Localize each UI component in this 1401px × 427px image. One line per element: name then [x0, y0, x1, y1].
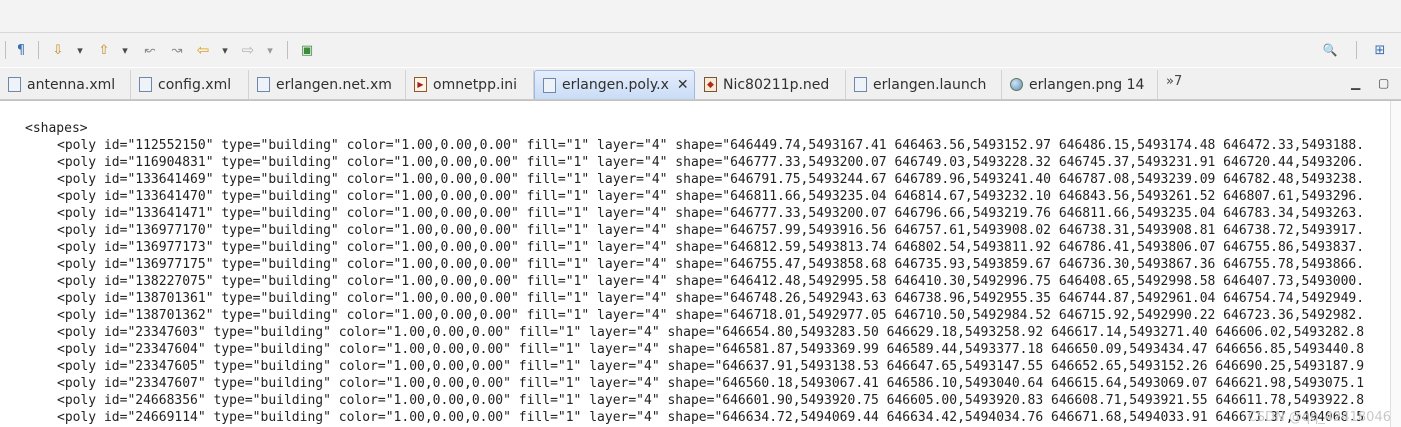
toolbar-separator — [5, 41, 6, 59]
code-line: <poly id="136977170" type="building" col… — [57, 223, 1365, 238]
tab-label: antenna.xml — [27, 76, 116, 93]
tab-label: erlangen.poly.x — [562, 77, 669, 93]
vertical-scrollbar[interactable] — [1390, 101, 1401, 427]
code-line: <shapes> — [25, 121, 88, 136]
xml-file-icon — [139, 77, 152, 92]
maximize-icon[interactable]: ▢ — [1378, 76, 1389, 90]
window-top-strip — [0, 0, 1401, 33]
xml-editor[interactable]: <shapes> <poly id="112552150" type="build… — [0, 100, 1401, 427]
code-line: <poly id="133641469" type="building" col… — [57, 172, 1365, 187]
tab-label: Nic80211p.ned — [723, 76, 830, 93]
xml-file-icon — [257, 77, 270, 92]
code-line: <poly id="23347603" type="building" colo… — [57, 325, 1365, 340]
tab-label: erlangen.launch — [873, 76, 987, 93]
ned-file-icon: ◆ — [704, 77, 717, 92]
next-edit-location-icon[interactable]: ↝ — [168, 40, 186, 60]
code-line: <poly id="24669114" type="building" colo… — [57, 410, 1365, 425]
code-line: <poly id="136977175" type="building" col… — [57, 257, 1365, 272]
perspective-icon[interactable]: ⊞ — [1371, 40, 1389, 60]
tab-omnetpp-ini[interactable]: ▶ omnetpp.ini — [406, 70, 534, 99]
search-icon[interactable]: 🔍 — [1321, 40, 1339, 60]
tab-overflow-button[interactable]: »7 — [1166, 74, 1182, 89]
xml-file-icon — [543, 77, 556, 93]
code-line: <poly id="133641471" type="building" col… — [57, 206, 1365, 221]
ini-file-icon: ▶ — [414, 77, 427, 92]
editor-tab-bar: antenna.xml config.xml erlangen.net.xm ▶… — [0, 68, 1401, 100]
next-annotation-icon[interactable]: ⇩ — [50, 40, 66, 60]
open-perspective-icon[interactable]: ▣ — [298, 40, 316, 60]
back-dropdown-icon[interactable]: ▾ — [219, 40, 231, 60]
tab-label: erlangen.png 14 — [1029, 76, 1145, 93]
toolbar-separator — [1356, 41, 1357, 59]
close-tab-icon[interactable]: ✕ — [677, 77, 689, 93]
tab-antenna-xml[interactable]: antenna.xml — [0, 70, 131, 99]
code-line: <poly id="23347604" type="building" colo… — [57, 342, 1365, 357]
tab-label: omnetpp.ini — [433, 76, 518, 93]
code-line: <poly id="116904831" type="building" col… — [57, 155, 1365, 170]
launch-file-icon — [854, 77, 867, 92]
tab-erlangen-poly-xml[interactable]: erlangen.poly.x ✕ — [534, 70, 695, 99]
next-annotation-dropdown-icon[interactable]: ▾ — [74, 40, 86, 60]
xml-file-icon — [8, 77, 21, 92]
code-line: <poly id="112552150" type="building" col… — [57, 138, 1365, 153]
code-line: <poly id="138701361" type="building" col… — [57, 291, 1365, 306]
code-line: <poly id="138227075" type="building" col… — [57, 274, 1365, 289]
previous-annotation-icon[interactable]: ⇧ — [96, 40, 112, 60]
forward-dropdown-icon[interactable]: ▾ — [264, 40, 276, 60]
previous-annotation-dropdown-icon[interactable]: ▾ — [119, 40, 131, 60]
code-line: <poly id="24668356" type="building" colo… — [57, 393, 1365, 408]
tab-label: erlangen.net.xm — [276, 76, 392, 93]
code-line: <poly id="23347607" type="building" colo… — [57, 376, 1365, 391]
code-line: <poly id="133641470" type="building" col… — [57, 189, 1365, 204]
forward-icon[interactable]: ⇨ — [240, 40, 256, 60]
pilcrow-icon[interactable]: ¶ — [14, 40, 28, 60]
main-toolbar: ¶ ⇩ ▾ ⇧ ▾ ↜ ↝ ⇦ ▾ ⇨ ▾ ▣ 🔍 ⊞ — [0, 33, 1401, 67]
toolbar-separator — [38, 41, 39, 59]
back-icon[interactable]: ⇦ — [195, 40, 211, 60]
code-line: <poly id="136977173" type="building" col… — [57, 240, 1365, 255]
watermark: CSDN @qq_42418046 — [1247, 410, 1391, 425]
image-file-icon — [1010, 78, 1023, 91]
tab-nic80211p-ned[interactable]: ◆ Nic80211p.ned — [696, 70, 846, 99]
last-edit-location-icon[interactable]: ↜ — [141, 40, 159, 60]
tab-label: config.xml — [158, 76, 232, 93]
toolbar-separator — [287, 41, 288, 59]
tab-config-xml[interactable]: config.xml — [131, 70, 249, 99]
editor-text[interactable]: <shapes> <poly id="112552150" type="build… — [25, 120, 1364, 426]
minimize-icon[interactable]: ▁ — [1351, 76, 1360, 90]
code-line: <poly id="138701362" type="building" col… — [57, 308, 1365, 323]
tab-erlangen-png[interactable]: erlangen.png 14 — [1002, 70, 1158, 99]
tab-erlangen-net-xml[interactable]: erlangen.net.xm — [249, 70, 406, 99]
code-line: <poly id="23347605" type="building" colo… — [57, 359, 1365, 374]
tab-erlangen-launch[interactable]: erlangen.launch — [846, 70, 1002, 99]
